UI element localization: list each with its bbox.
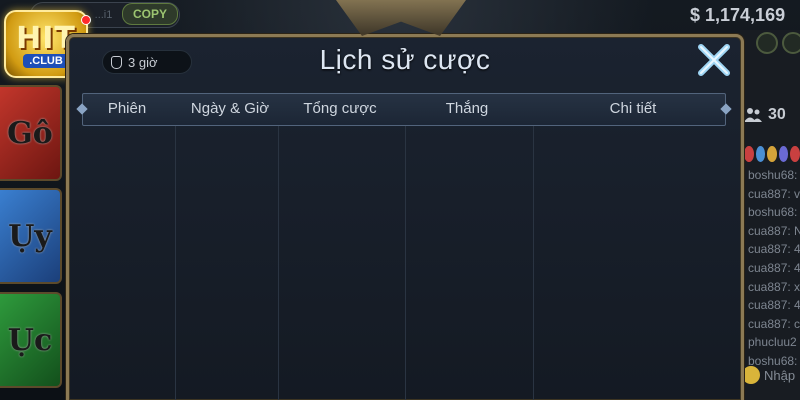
chip-row [744,146,800,162]
chat-line: cua887: 4 [748,298,800,313]
chat-input-placeholder: Nhập [764,367,796,383]
column-divider [175,126,176,400]
modal-title: Lịch sử cược [319,44,491,75]
time-filter[interactable]: 3 giờ [102,50,192,74]
round-button-icon[interactable] [782,32,800,54]
chat-line: cua887: 4 [748,242,800,257]
col-header-detail: Chi tiết [609,100,657,117]
game-panel-green[interactable]: Ục [0,292,62,388]
column-divider [533,126,534,400]
chip-icon [755,146,766,162]
chat-line: cua887: v [748,186,800,201]
chat-line: boshu68: [748,205,798,220]
time-filter-label: 3 giờ [128,54,158,70]
chat-line: cua887: 4 [748,260,800,275]
game-panel-blue[interactable]: Ụy [0,188,62,284]
online-users: 30 [744,106,786,124]
chat-line: phucluu2 [748,335,797,350]
column-divider [278,126,279,400]
col-header-datetime: Ngày & Giờ [190,100,270,117]
hourglass-icon [111,55,122,69]
chat-line: cua887: x [748,279,800,294]
balance-display: $ 1,174,169 [690,4,786,25]
right-icon-group [756,32,800,54]
game-panel-red[interactable]: Gô [0,85,62,181]
close-icon [698,44,730,76]
col-header-win: Thắng [445,100,489,117]
copy-button[interactable]: COPY [122,3,178,25]
table-header: Phiên Ngày & Giờ Tổng cược Thắng Chi tiế… [76,93,732,126]
chat-line: cua887: c [748,316,800,331]
col-header-total-bet: Tổng cược [303,100,377,117]
chip-icon [744,146,754,162]
notification-dot [81,15,91,25]
emoji-icon[interactable] [742,366,760,384]
chat-log: boshu68: cua887: v boshu68: cua887: N cua887… [748,166,800,371]
column-divider [405,126,406,400]
users-icon [744,108,762,122]
chat-line: cua887: N [748,223,800,238]
chip-icon [778,146,789,162]
col-header-session: Phiên [107,100,147,117]
round-button-icon[interactable] [756,32,778,54]
left-game-strip: Gô Ụy Ục [0,30,70,400]
chat-input[interactable]: Nhập [742,362,800,388]
close-button[interactable] [696,42,732,78]
chat-line: boshu68: [748,168,798,182]
online-user-count: 30 [768,106,786,123]
chip-icon [767,146,777,162]
history-table-body [75,126,735,400]
chip-icon [790,146,800,162]
logo-subtext: .CLUB [23,53,69,68]
